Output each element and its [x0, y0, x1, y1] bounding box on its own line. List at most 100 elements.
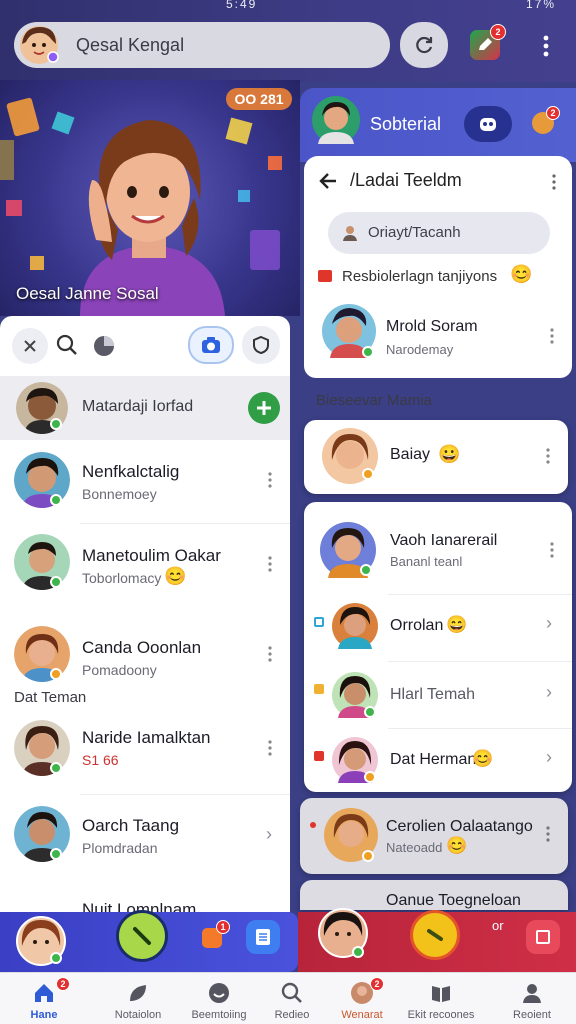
user-avatar[interactable]: [16, 24, 62, 66]
chat-name: Manetoulim Oakar: [82, 546, 221, 565]
contact-row[interactable]: Hlarl Temah ›: [304, 662, 572, 728]
search-icon[interactable]: [56, 334, 78, 361]
conversation-body: Oriayt/Tacanh Resbiolerlagn tanjiyons 😊 …: [304, 204, 572, 378]
status-bar: 5:49 17%: [0, 0, 576, 11]
profile-badge: 2: [546, 106, 560, 120]
contact-sub: Bananl teanl: [390, 554, 463, 569]
friend-row[interactable]: Oarch Taang Plomdradan ›: [0, 798, 290, 882]
contact-row[interactable]: Orrolan 😄 ›: [304, 595, 572, 661]
status-time: 5:49: [226, 0, 258, 11]
chat-row[interactable]: Manetoulim Oakar Toborlomacy 😊: [0, 528, 290, 612]
camera-filter-button[interactable]: [188, 326, 234, 364]
plus-icon: [257, 401, 271, 415]
chevron-right-icon[interactable]: ›: [546, 747, 552, 768]
chat-name: Nenfkalctalig: [82, 462, 180, 481]
edit-app-button[interactable]: 2: [470, 24, 506, 60]
close-filter-button[interactable]: [12, 328, 48, 364]
tab-beemtoiing[interactable]: Beemtoiing: [180, 973, 258, 1024]
smile-emoji: 😊: [164, 566, 187, 586]
tab-reoient[interactable]: Reoient: [496, 973, 568, 1024]
hero-chip: OO 281: [226, 88, 292, 110]
more-icon[interactable]: [552, 174, 556, 190]
contact-card[interactable]: Baiay 😀: [304, 420, 568, 494]
promo-text[interactable]: Resbiolerlagn tanjiyons: [342, 268, 497, 285]
detail-panel: Sobterial 2 /Ladai Teeldm Oriayt/Tacanh …: [300, 88, 576, 910]
online-indicator: [50, 952, 62, 964]
tab-ekit[interactable]: Ekit recoones: [398, 973, 484, 1024]
chat-row[interactable]: Canda Ooonlan Pomadoony: [0, 616, 290, 694]
chat-list-panel: Matardaji Iorfad Nenfkalctalig Bonnemoey…: [0, 316, 290, 912]
chat-row[interactable]: Nenfkalctalig Bonnemoey: [0, 444, 290, 524]
tab-label: Hane: [30, 1009, 58, 1021]
chevron-right-icon[interactable]: ›: [546, 682, 552, 703]
more-icon[interactable]: [268, 556, 272, 572]
more-icon[interactable]: [268, 646, 272, 662]
contact-row[interactable]: Dat Herman 😊 ›: [304, 729, 572, 791]
smile-emoji: 😊: [446, 836, 468, 855]
window-button[interactable]: [526, 920, 560, 954]
online-indicator: [50, 418, 62, 430]
chat-preview: Toborlomacy: [82, 570, 162, 586]
chevron-right-icon[interactable]: ›: [546, 613, 552, 634]
search-text: Qesal Kengal: [76, 35, 185, 55]
contact-sub: Narodemay: [386, 342, 454, 357]
tab-wenarat[interactable]: 2 Wenarat: [326, 973, 398, 1024]
back-icon[interactable]: [318, 170, 340, 192]
contact-row[interactable]: Vaoh Ianarerail Bananl teanl: [304, 502, 572, 594]
more-icon[interactable]: [536, 34, 556, 58]
pinned-chat-row[interactable]: Matardaji Iorfad: [0, 376, 290, 440]
user-icon: [343, 226, 357, 241]
conversation-title: /Ladai Teeldm: [350, 170, 462, 190]
add-contact-button[interactable]: [248, 392, 280, 424]
status-indicator: [50, 668, 62, 680]
top-header: 5:49 17% Qesal Kengal 2: [0, 0, 576, 82]
status-battery: 17%: [525, 0, 556, 11]
close-icon: [24, 340, 36, 352]
contact-name: Cerolien Oalaatango: [386, 818, 533, 835]
filter-toolbar: [0, 316, 290, 376]
document-button[interactable]: [246, 920, 280, 954]
tab-redieo[interactable]: Redieo: [256, 973, 328, 1024]
search-bar[interactable]: Qesal Kengal: [14, 22, 390, 68]
edit-badge: 2: [490, 24, 506, 40]
tab-notification[interactable]: Notaiolon: [94, 973, 182, 1024]
more-icon[interactable]: [268, 472, 272, 488]
home-icon: [35, 984, 53, 1002]
bottom-tab-bar: 2 Hane Notaiolon Beemtoiing Redieo 2 Wen…: [0, 972, 576, 1024]
more-icon[interactable]: [550, 542, 554, 558]
online-indicator: [362, 346, 374, 358]
more-icon[interactable]: [546, 448, 550, 464]
friend-row[interactable]: Naride Iamalktan S1 66: [0, 712, 290, 796]
chat-name: Canda Ooonlan: [82, 638, 202, 657]
decline-call-button[interactable]: [410, 910, 460, 960]
phone-icon: [427, 929, 443, 941]
tag-icon: [314, 617, 324, 627]
more-icon[interactable]: [546, 826, 550, 842]
profile-avatar[interactable]: [312, 96, 360, 144]
friend-row[interactable]: Nuit Lomnlnam: [0, 888, 290, 912]
pie-icon[interactable]: [92, 334, 116, 363]
search-pill-text: Oriayt/Tacanh: [368, 224, 461, 241]
contact-name: Baiay: [390, 446, 431, 463]
contact-list-card: Vaoh Ianarerail Bananl teanl Orrolan 😄 ›…: [304, 502, 572, 792]
shield-filter-button[interactable]: [242, 326, 280, 364]
online-indicator: [50, 762, 62, 774]
more-icon[interactable]: [550, 328, 554, 344]
tab-label: Redieo: [274, 1009, 310, 1021]
search-pill[interactable]: Oriayt/Tacanh: [328, 212, 550, 254]
tab-home[interactable]: 2 Hane: [8, 973, 80, 1024]
profile-icon: [523, 984, 541, 1003]
contact-card[interactable]: Oanue Toegneloan: [300, 880, 568, 910]
answer-call-button[interactable]: [116, 910, 168, 962]
smile-emoji: 😄: [446, 615, 468, 634]
profile-header: Sobterial 2: [300, 88, 576, 162]
more-icon[interactable]: [268, 740, 272, 756]
chat-name: Matardaji Iorfad: [82, 398, 194, 415]
refresh-button[interactable]: [400, 22, 448, 68]
contact-card-highlighted[interactable]: Cerolien Oalaatango Nateoadd 😊: [300, 798, 568, 874]
game-button[interactable]: [464, 106, 512, 142]
chevron-right-icon[interactable]: ›: [266, 824, 272, 845]
contact-name[interactable]: Mrold Soram: [386, 318, 478, 336]
smile-emoji: 😊: [472, 749, 494, 768]
hero-banner[interactable]: OO 281 Oesal Janne Sosal: [0, 80, 300, 316]
